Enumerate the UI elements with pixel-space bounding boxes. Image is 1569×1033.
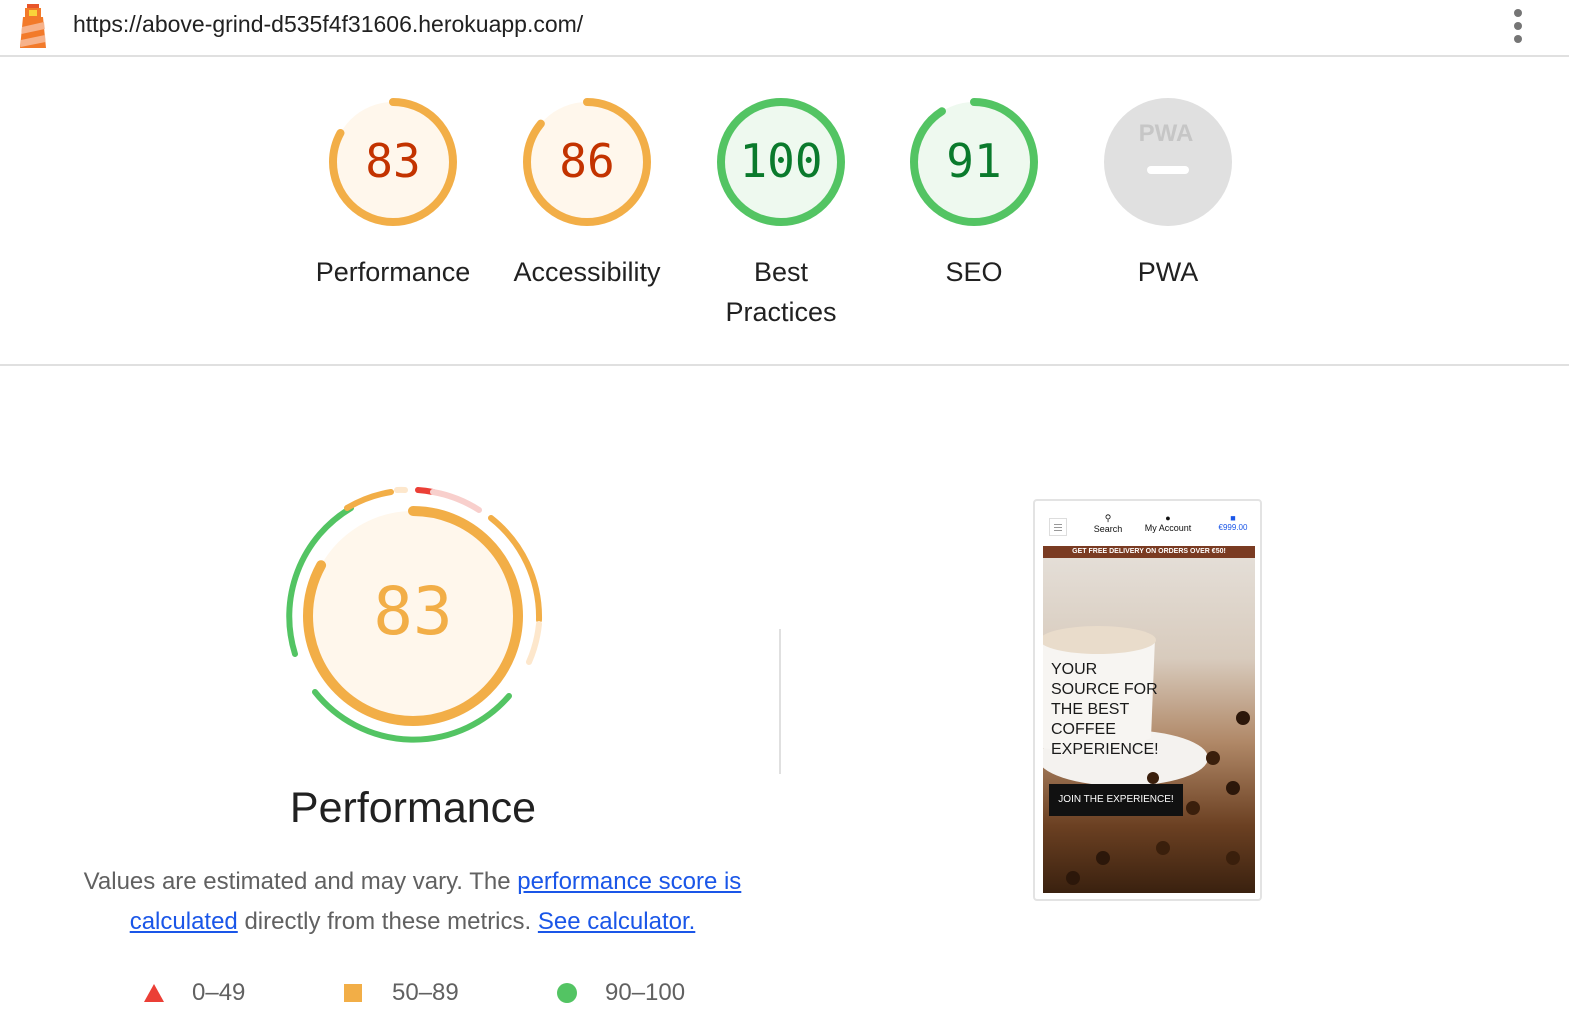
hero-line-1: YOUR [1051, 661, 1098, 678]
performance-heading: Performance [289, 784, 537, 832]
performance-gauge-large: 83 [286, 486, 543, 743]
thumb-cart: ■ €999.00 [1213, 513, 1253, 532]
gauge-seo-label: SEO [945, 257, 1003, 287]
gauge-best-practices-label: Best Practices [725, 257, 837, 327]
desc-text-1: Values are estimated and may vary. The [83, 868, 518, 895]
search-icon: ⚲ [1104, 513, 1112, 523]
thumb-banner: GET FREE DELIVERY ON ORDERS OVER €50! [1043, 546, 1255, 558]
thumb-join-button: JOIN THE EXPERIENCE! [1049, 784, 1183, 816]
gauge-pwa[interactable]: PWA PWA [1068, 96, 1268, 292]
user-icon: ● [1165, 513, 1171, 523]
gauge-pwa-ring: PWA [1104, 98, 1232, 226]
legend-fail-label: 0–49 [192, 979, 246, 1006]
section-divider [0, 364, 1569, 366]
thumb-search-label: Search [1093, 524, 1123, 534]
gauge-performance[interactable]: 83 Performance [293, 96, 493, 292]
gauge-seo-score: 91 [946, 134, 1001, 188]
performance-big-score: 83 [373, 573, 452, 650]
hamburger-menu-icon [1049, 518, 1067, 536]
gauge-best-practices[interactable]: 100 Best Practices [681, 96, 881, 332]
thumb-hero-image: YOUR SOURCE FOR THE BEST COFFEE EXPERIEN… [1043, 558, 1255, 893]
thumb-hero-text: YOUR SOURCE FOR THE BEST COFFEE EXPERIEN… [1051, 660, 1251, 760]
metric-arc-fcp [344, 489, 394, 511]
triangle-icon [144, 984, 164, 1002]
legend-fail: 0–49 [143, 975, 245, 1011]
gauge-performance-ring: 83 [329, 98, 457, 226]
metric-arc-si-bg [526, 621, 542, 665]
legend-average-label: 50–89 [392, 979, 459, 1006]
performance-description: Values are estimated and may vary. The p… [80, 862, 745, 942]
lighthouse-logo-icon [20, 4, 46, 48]
gauge-accessibility-label: Accessibility [513, 257, 661, 287]
hero-line-4: COFFEE [1051, 721, 1116, 738]
desc-text-2: directly from these metrics. [237, 908, 538, 935]
gauge-accessibility-score: 86 [559, 134, 614, 188]
page-url: https://above-grind-d535f4f31606.herokua… [73, 11, 584, 37]
square-icon [344, 984, 362, 1002]
gauge-accessibility[interactable]: 86 Accessibility [487, 96, 687, 292]
legend-pass-label: 90–100 [605, 979, 686, 1006]
thumb-account-label: My Account [1144, 523, 1192, 533]
more-options-icon[interactable] [1506, 6, 1530, 44]
gauge-seo-ring: 91 [910, 98, 1038, 226]
thumb-account: ● My Account [1143, 513, 1193, 533]
circle-icon [557, 983, 577, 1003]
gauge-performance-label: Performance [315, 257, 471, 287]
gauge-seo[interactable]: 91 SEO [874, 96, 1074, 292]
gauge-pwa-label: PWA [1137, 257, 1199, 287]
bag-icon: ■ [1230, 513, 1236, 523]
thumb-cart-label: €999.00 [1218, 523, 1248, 532]
gauge-best-practices-ring: 100 [717, 98, 845, 226]
final-screenshot-thumbnail[interactable]: ⚲ Search ● My Account ■ €999.00 GET FREE… [1033, 499, 1262, 901]
vertical-divider [779, 629, 781, 774]
gauge-best-practices-score: 100 [739, 134, 822, 188]
hero-line-3: THE BEST [1051, 701, 1130, 718]
hero-line-2: SOURCE FOR [1051, 681, 1158, 698]
see-calculator-link[interactable]: See calculator. [538, 908, 695, 935]
gauge-performance-score: 83 [365, 134, 420, 188]
top-bar: https://above-grind-d535f4f31606.herokua… [0, 0, 1569, 57]
legend-pass: 90–100 [556, 975, 685, 1011]
hero-line-5: EXPERIENCE! [1051, 741, 1159, 758]
pwa-badge-icon: PWA [1139, 120, 1194, 147]
thumbnail-nav: ⚲ Search ● My Account ■ €999.00 [1043, 513, 1255, 543]
legend-average: 50–89 [343, 975, 459, 1011]
gauge-accessibility-ring: 86 [523, 98, 651, 226]
metric-arc-lcp-bg [430, 489, 482, 513]
thumb-search: ⚲ Search [1093, 513, 1123, 534]
